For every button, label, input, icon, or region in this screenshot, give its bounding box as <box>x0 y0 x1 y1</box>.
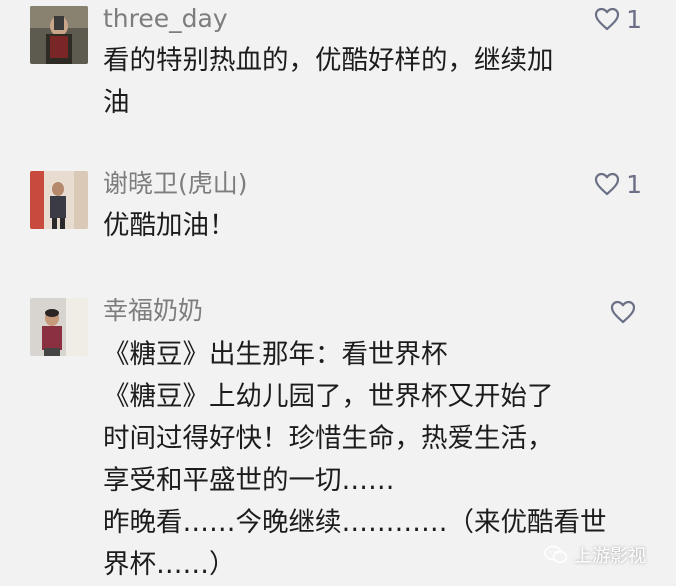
comment-text: 看的特别热血的，优酷好样的，继续加 油 <box>103 40 643 124</box>
watermark: 上游影视 <box>544 542 646 568</box>
avatar[interactable] <box>30 171 88 229</box>
comment-line: 时间过得好快！珍惜生命，热爱生活， <box>103 423 554 454</box>
comment-line: 油 <box>103 87 130 118</box>
like-button[interactable] <box>610 297 642 327</box>
comment-text: 优酷加油！ <box>103 205 643 247</box>
like-button[interactable]: 1 <box>594 4 642 34</box>
like-count: 1 <box>626 169 642 199</box>
comment-line: 享受和平盛世的一切…… <box>103 465 395 496</box>
heart-icon <box>594 172 620 196</box>
heart-icon <box>610 300 636 324</box>
comment-line: 《糖豆》出生那年：看世界杯 <box>103 339 448 370</box>
comment-username: 谢晓卫(虎山) <box>103 169 248 198</box>
wechat-icon <box>544 545 568 564</box>
avatar[interactable] <box>30 298 88 356</box>
comment-line: 昨晚看……今晚继续…………（来优酷看世 <box>103 507 607 538</box>
heart-icon <box>594 7 620 31</box>
comment-username: three_day <box>103 4 228 33</box>
like-count: 1 <box>626 4 642 34</box>
comment-username: 幸福奶奶 <box>103 296 204 325</box>
watermark-label: 上游影视 <box>574 546 646 567</box>
like-button[interactable]: 1 <box>594 169 642 199</box>
comment-line: 优酷加油！ <box>103 210 236 241</box>
comment-line: 看的特别热血的，优酷好样的，继续加 <box>103 45 554 76</box>
avatar[interactable] <box>30 6 88 64</box>
comment-line: 《糖豆》上幼儿园了，世界杯又开始了 <box>103 381 554 412</box>
